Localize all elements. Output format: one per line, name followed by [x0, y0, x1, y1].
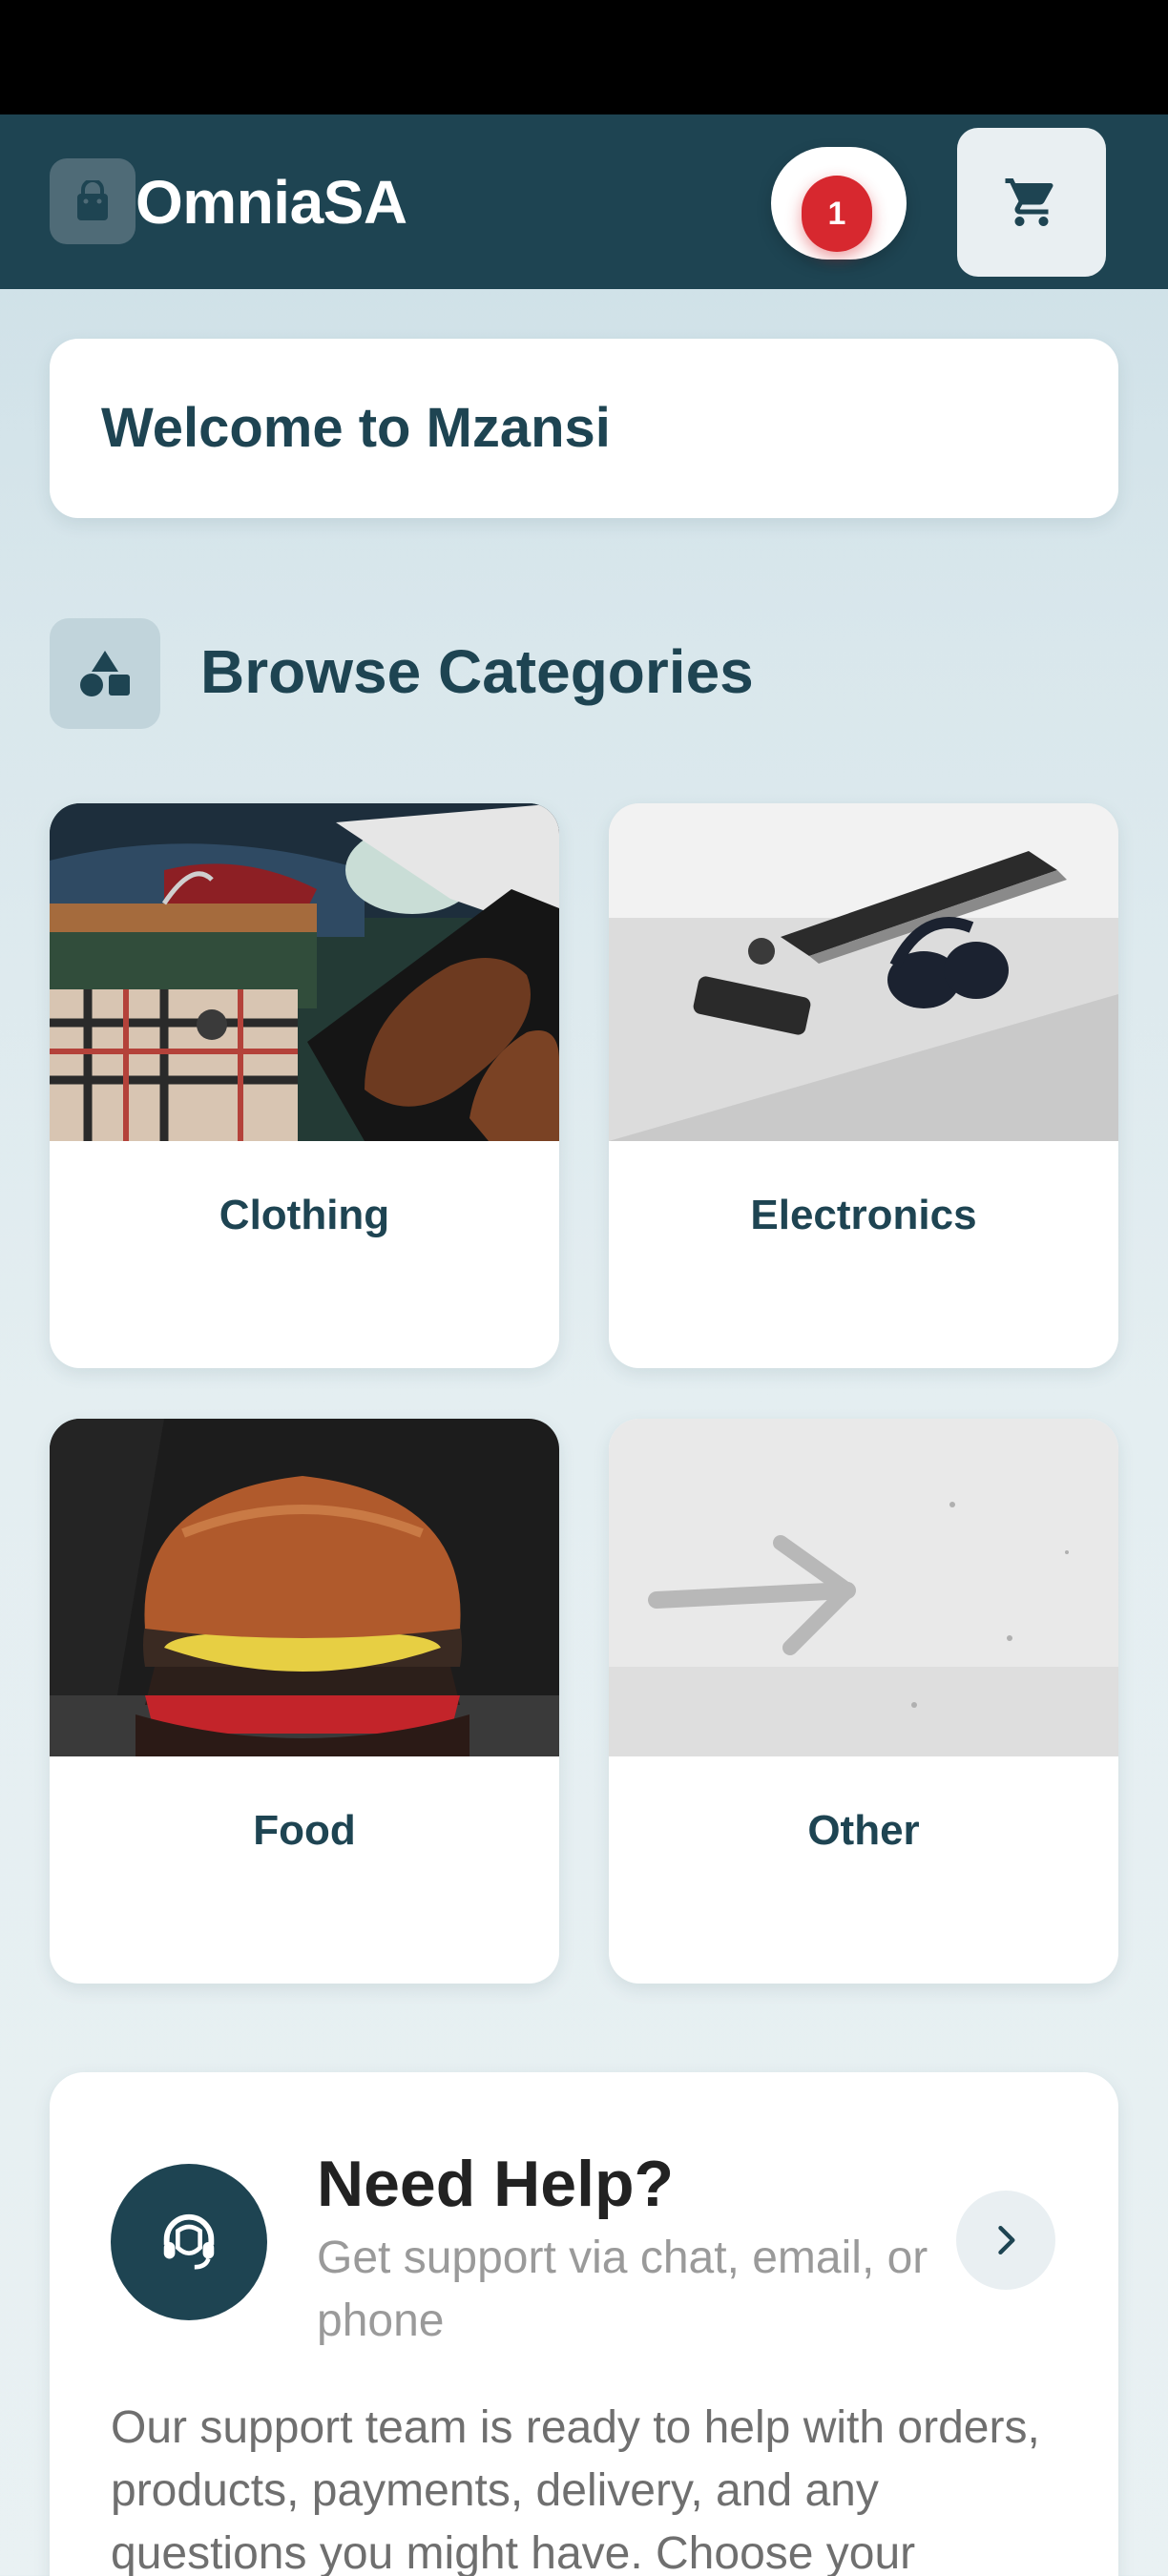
status-bar [0, 0, 1168, 114]
arrow-photo [609, 1419, 1118, 1756]
category-card-clothing[interactable]: Clothing [50, 803, 559, 1368]
notifications-button[interactable]: 1 [771, 147, 907, 260]
help-body: Our support team is ready to help with o… [111, 2402, 1040, 2576]
shapes-icon [50, 618, 160, 729]
category-card-food[interactable]: Food [50, 1419, 559, 1984]
cart-button[interactable] [957, 128, 1106, 277]
category-label: Clothing [219, 1192, 390, 1238]
cart-icon [1005, 178, 1053, 226]
electronics-photo [609, 803, 1118, 1141]
help-card[interactable]: Need Help? Get support via chat, email, … [50, 2072, 1118, 2576]
help-open-button[interactable] [956, 2191, 1055, 2290]
category-label: Food [253, 1807, 356, 1854]
section-title: Browse Categories [200, 637, 754, 706]
chevron-right-icon [998, 2225, 1015, 2255]
category-card-electronics[interactable]: Electronics [609, 803, 1118, 1368]
headset-icon [111, 2164, 267, 2320]
category-card-other[interactable]: Other [609, 1419, 1118, 1984]
category-label: Electronics [750, 1192, 977, 1238]
help-subtitle: Get support via chat, email, or phone [317, 2233, 928, 2346]
brand-name: OmniaSA [136, 168, 407, 237]
welcome-banner: Welcome to Mzansi [50, 339, 1118, 518]
app-header: OmniaSA 1 [0, 114, 1168, 289]
category-label: Other [807, 1807, 920, 1854]
help-title: Need Help? [317, 2148, 675, 2220]
notification-badge: 1 [802, 176, 872, 252]
shopping-bag-icon [50, 158, 136, 244]
burger-photo [50, 1419, 559, 1756]
welcome-text: Welcome to Mzansi [101, 397, 611, 459]
clothing-photo [50, 803, 559, 1141]
